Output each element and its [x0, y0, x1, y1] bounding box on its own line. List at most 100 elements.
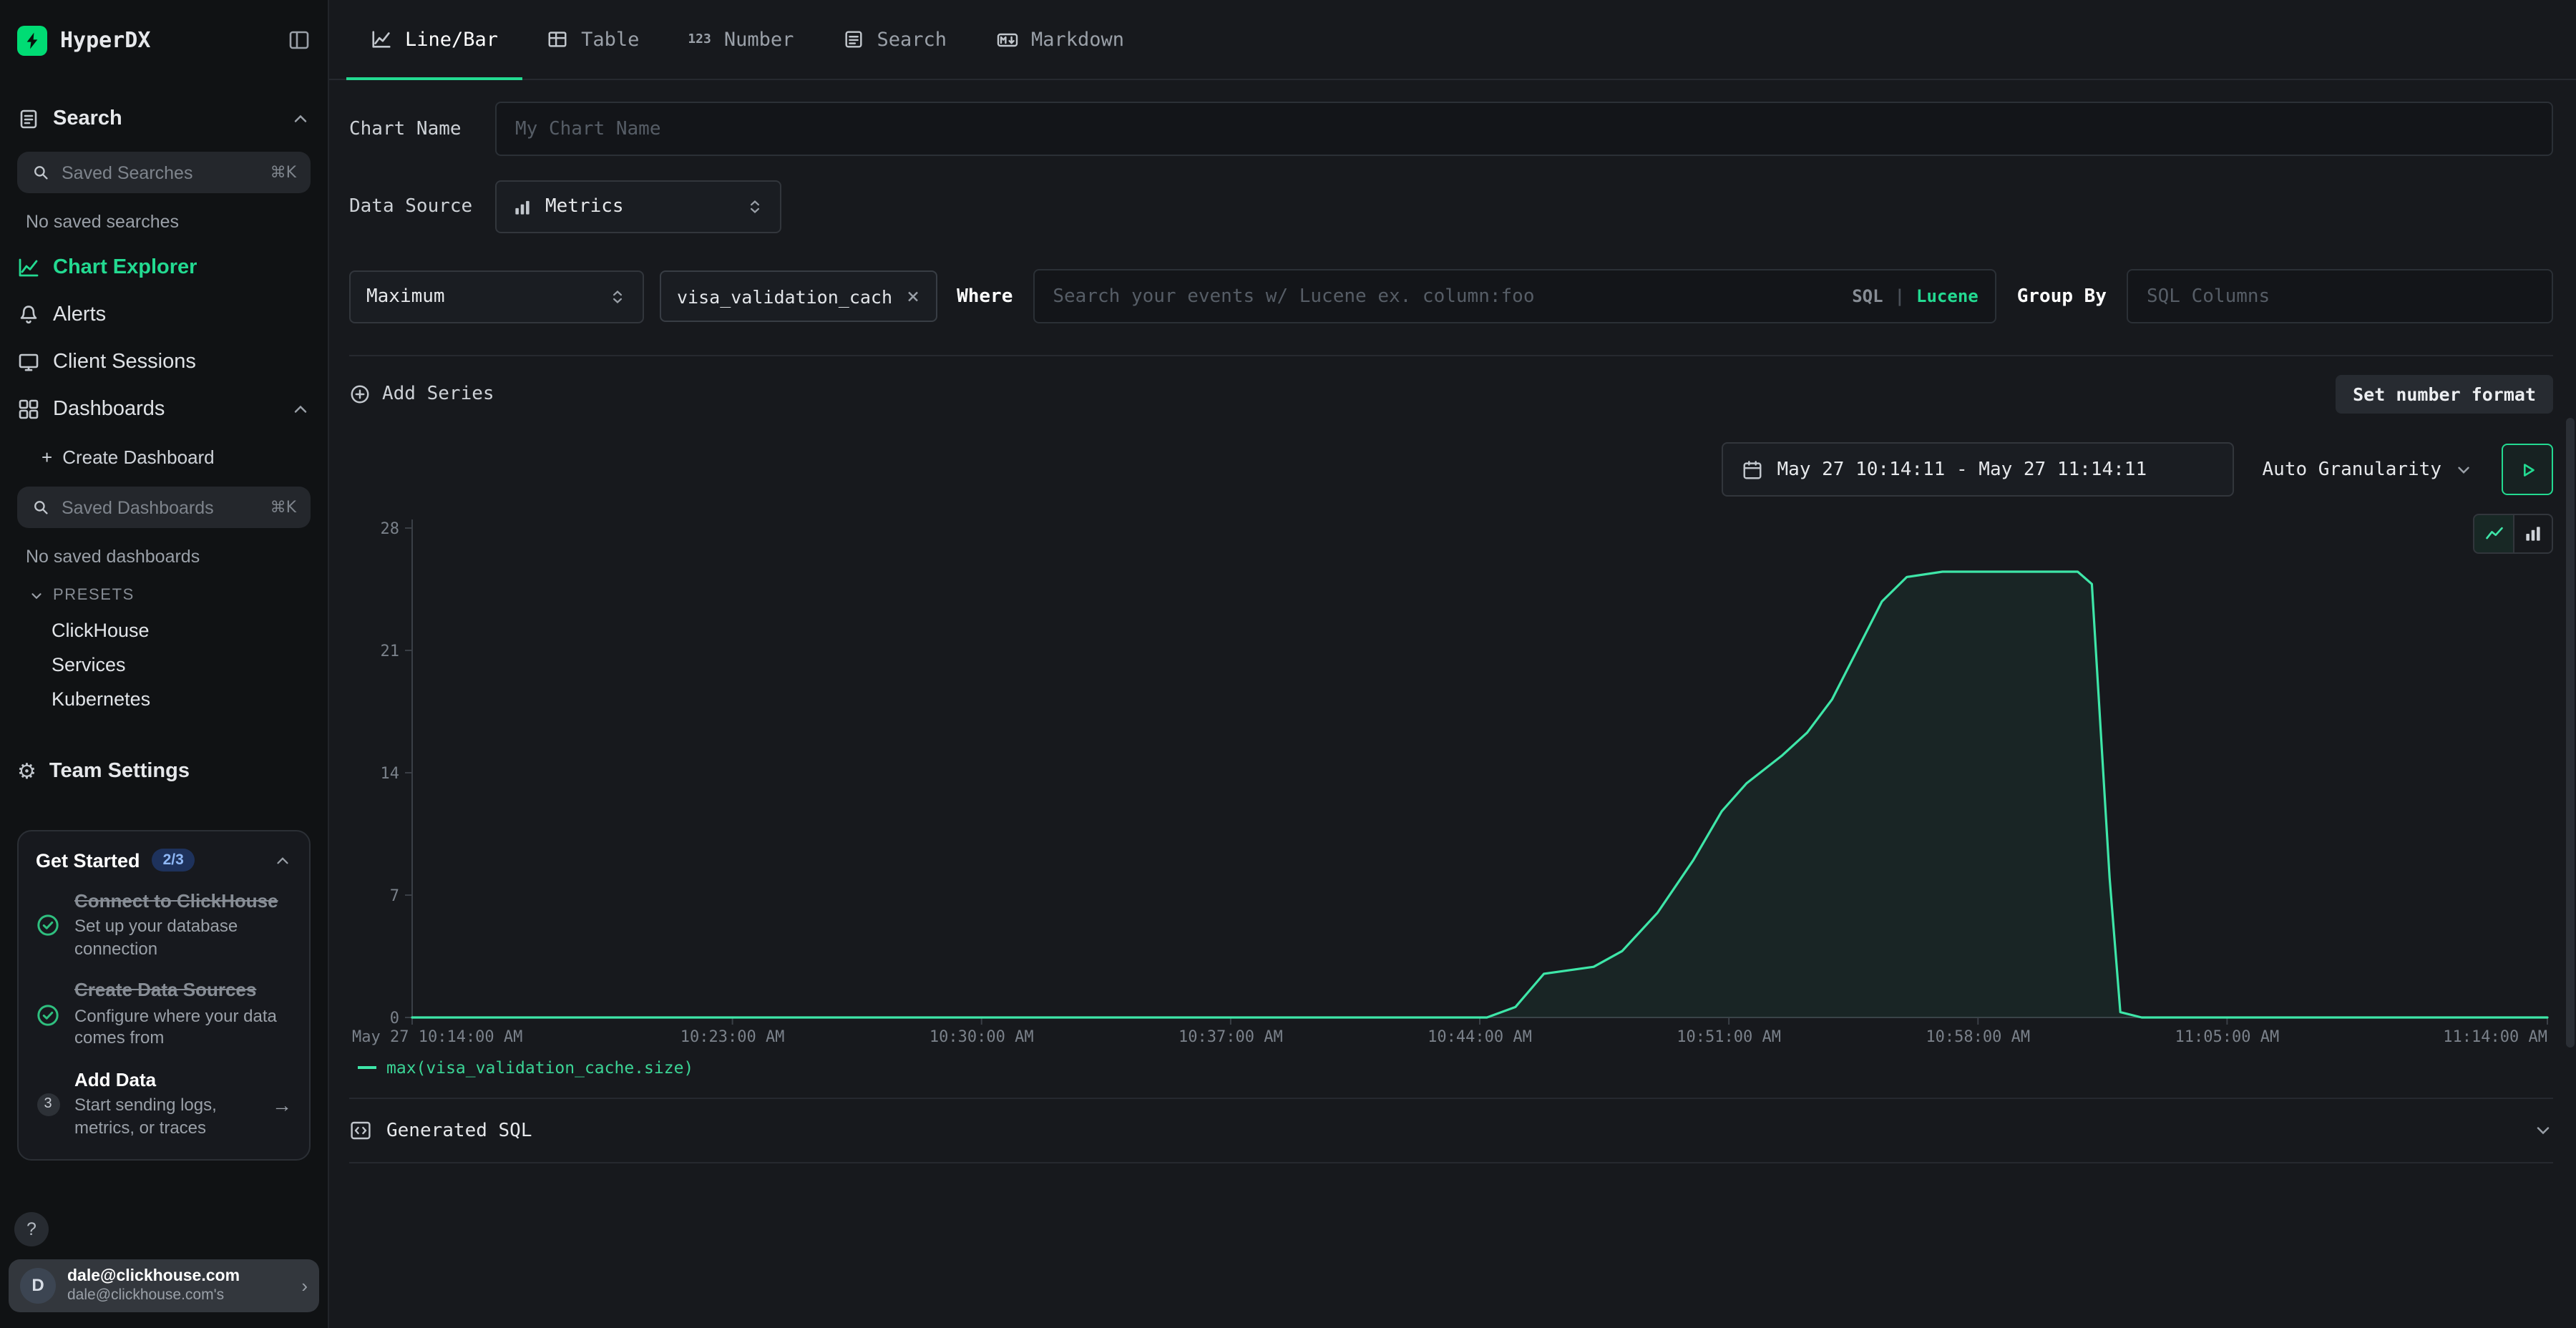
group-by-wrap — [2127, 269, 2553, 323]
sidebar-item-alerts[interactable]: Alerts — [17, 290, 311, 338]
date-range-picker[interactable]: May 27 10:14:11 - May 27 11:14:11 — [1722, 442, 2234, 497]
svg-text:21: 21 — [381, 643, 400, 660]
tab-label: Markdown — [1031, 28, 1124, 51]
search-section-icon — [17, 107, 40, 130]
metrics-source-icon — [512, 197, 532, 217]
dashboards-grid-icon — [17, 397, 40, 420]
user-avatar: D — [20, 1268, 56, 1304]
create-dashboard-button[interactable]: + Create Dashboard — [17, 435, 311, 478]
svg-text:10:51:00 AM: 10:51:00 AM — [1677, 1028, 1781, 1046]
arrow-right-icon[interactable]: → — [272, 1093, 292, 1115]
preset-item-services[interactable]: Services — [17, 648, 311, 681]
chart-name-input[interactable] — [495, 102, 2553, 156]
sidebar-item-dashboards[interactable]: Dashboards — [17, 385, 311, 432]
add-series-button[interactable]: Add Series — [349, 383, 494, 404]
markdown-icon — [995, 28, 1018, 51]
sidebar-nav: Chart Explorer Alerts Client Sessions Da… — [17, 243, 311, 432]
get-started-item-subtitle: Start sending logs, metrics, or traces — [74, 1095, 258, 1139]
add-series-label: Add Series — [382, 383, 494, 404]
get-started-item-subtitle: Configure where your data comes from — [74, 1005, 292, 1050]
granularity-select[interactable]: Auto Granularity — [2254, 459, 2482, 480]
get-started-item-title: Connect to ClickHouse — [74, 890, 292, 914]
user-email: dale@clickhouse.com — [67, 1266, 290, 1286]
select-updown-icon — [746, 197, 764, 216]
preset-label: Kubernetes — [52, 688, 150, 710]
group-by-input[interactable] — [2127, 269, 2553, 323]
tab-label: Line/Bar — [405, 28, 498, 51]
svg-text:10:23:00 AM: 10:23:00 AM — [680, 1028, 785, 1046]
get-started-item-title: Add Data — [74, 1069, 258, 1093]
tab-search[interactable]: Search — [818, 0, 971, 79]
sidebar-item-team-settings[interactable]: ⚙ Team Settings — [17, 747, 311, 796]
svg-text:28: 28 — [381, 520, 400, 538]
get-started-progress-badge: 2/3 — [152, 849, 195, 872]
sidebar-item-label: Alerts — [53, 303, 106, 326]
get-started-item-body: Connect to ClickHouse Set up your databa… — [74, 890, 292, 961]
preset-item-kubernetes[interactable]: Kubernetes — [17, 683, 311, 716]
svg-text:May 27 10:14:00 AM: May 27 10:14:00 AM — [352, 1028, 522, 1046]
tab-number[interactable]: 123 Number — [663, 0, 818, 79]
get-started-item-datasources[interactable]: Create Data Sources Configure where your… — [36, 980, 292, 1050]
sidebar-item-chart-explorer[interactable]: Chart Explorer — [17, 243, 311, 290]
data-source-label: Data Source — [349, 196, 475, 218]
generated-sql-toggle[interactable]: Generated SQL — [349, 1099, 2553, 1162]
preset-item-clickhouse[interactable]: ClickHouse — [17, 614, 311, 647]
saved-searches-input[interactable]: Saved Searches ⌘K — [17, 152, 311, 193]
line-view-toggle[interactable] — [2474, 515, 2513, 552]
metric-tag[interactable]: visa_validation_cach × — [660, 270, 937, 322]
chart-legend: max(visa_validation_cache.size) — [358, 1058, 2553, 1078]
sidebar: HyperDX Search Saved Searches ⌘K No save… — [0, 0, 329, 1328]
get-started-title: Get Started — [36, 849, 140, 871]
section-divider — [349, 355, 2553, 356]
scrollbar-thumb[interactable] — [2566, 418, 2575, 1048]
chart-display-toggle — [2473, 514, 2553, 554]
aggregation-select[interactable]: Maximum — [349, 270, 644, 323]
group-by-label: Group By — [2017, 285, 2107, 307]
set-number-format-button[interactable]: Set number format — [2336, 374, 2553, 413]
saved-searches-placeholder: Saved Searches — [62, 162, 259, 182]
sidebar-collapse-icon[interactable] — [288, 29, 311, 52]
tab-table[interactable]: Table — [522, 0, 663, 79]
run-query-button[interactable] — [2502, 444, 2553, 495]
tab-label: Search — [877, 28, 947, 51]
get-started-header[interactable]: Get Started 2/3 — [36, 849, 292, 872]
where-input-wrap: SQL | Lucene — [1033, 269, 1996, 323]
sidebar-item-label: Chart Explorer — [53, 255, 197, 278]
timeseries-line-chart[interactable]: 07142128May 27 10:14:00 AM10:23:00 AM10:… — [349, 511, 2553, 1055]
chevron-up-icon — [291, 109, 311, 129]
chart-toolbar: May 27 10:14:11 - May 27 11:14:11 Auto G… — [349, 442, 2553, 497]
select-updown-icon — [608, 287, 627, 306]
step-number: 3 — [36, 1093, 59, 1115]
bar-view-toggle[interactable] — [2513, 515, 2552, 552]
bell-icon — [17, 303, 40, 326]
saved-dashboards-input[interactable]: Saved Dashboards ⌘K — [17, 487, 311, 528]
language-sql-toggle[interactable]: SQL — [1852, 286, 1883, 306]
get-started-item-title: Create Data Sources — [74, 980, 292, 1003]
language-lucene-toggle[interactable]: Lucene — [1916, 286, 1979, 306]
chevron-right-icon: › — [301, 1275, 308, 1297]
step-number-icon: 3 — [36, 1093, 60, 1115]
presets-toggle[interactable]: PRESETS — [17, 578, 311, 612]
tab-markdown[interactable]: Markdown — [971, 0, 1148, 79]
chart-editor: Chart Name Data Source Metrics — [329, 80, 2576, 1328]
data-source-value: Metrics — [545, 196, 624, 218]
check-circle-icon — [36, 913, 60, 937]
table-icon — [547, 29, 568, 50]
svg-text:10:44:00 AM: 10:44:00 AM — [1428, 1028, 1532, 1046]
sidebar-item-client-sessions[interactable]: Client Sessions — [17, 338, 311, 385]
tab-line-bar[interactable]: Line/Bar — [346, 0, 522, 79]
get-started-item-add-data[interactable]: 3 Add Data Start sending logs, metrics, … — [36, 1069, 292, 1140]
number-123-icon: 123 — [688, 32, 711, 47]
team-settings-label: Team Settings — [49, 760, 311, 783]
data-source-select[interactable]: Metrics — [495, 180, 781, 233]
help-button[interactable]: ? — [14, 1212, 49, 1246]
svg-text:10:30:00 AM: 10:30:00 AM — [930, 1028, 1034, 1046]
search-section-header[interactable]: Search — [17, 94, 311, 143]
get-started-item-connect[interactable]: Connect to ClickHouse Set up your databa… — [36, 890, 292, 961]
close-icon[interactable]: × — [907, 285, 919, 307]
no-saved-searches-text: No saved searches — [26, 212, 311, 232]
gear-icon: ⚙ — [17, 761, 36, 782]
section-divider — [349, 1162, 2553, 1163]
user-menu[interactable]: D dale@clickhouse.com dale@clickhouse.co… — [9, 1259, 319, 1312]
line-chart-icon — [371, 29, 392, 50]
